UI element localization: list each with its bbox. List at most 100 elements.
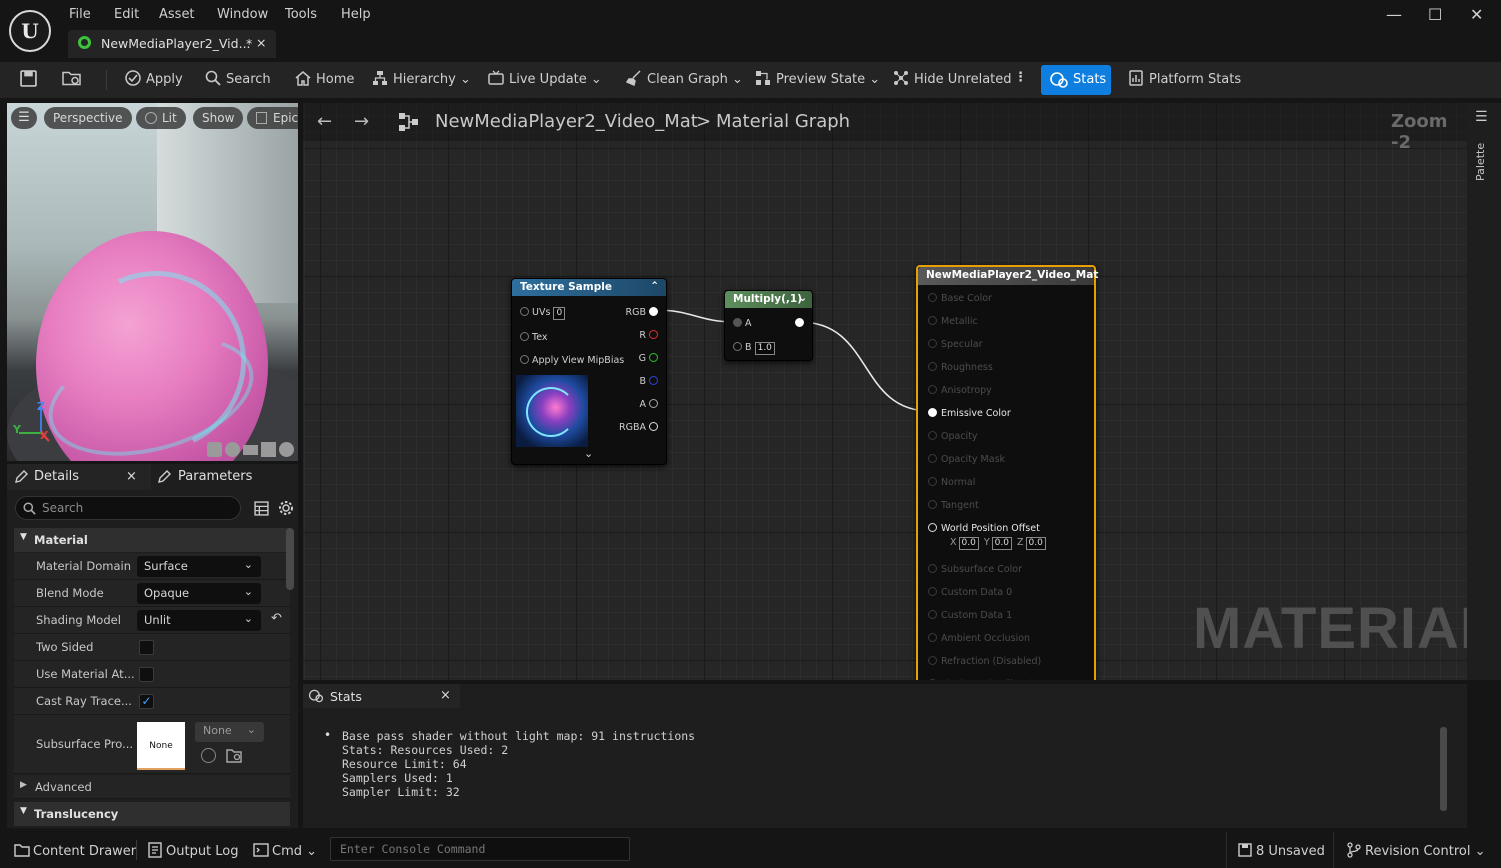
chevron-down-icon[interactable]: ⌄	[798, 292, 807, 304]
scalability-button[interactable]: Epic	[247, 107, 298, 129]
close-details-icon[interactable]: ×	[126, 464, 137, 490]
material-pin[interactable]: Metallic	[928, 316, 978, 327]
material-pin[interactable]: Tangent	[928, 500, 979, 511]
material-pin[interactable]: Specular	[928, 339, 983, 350]
browse-asset-icon[interactable]	[62, 70, 82, 91]
settings-gear-icon[interactable]	[278, 500, 294, 516]
close-stats-icon[interactable]: ×	[440, 688, 451, 703]
material-pin[interactable]: Opacity	[928, 431, 978, 442]
menu-edit[interactable]: Edit	[114, 7, 139, 22]
content-drawer-button[interactable]: Content Drawer	[14, 842, 136, 859]
reset-to-default-icon[interactable]: ↶	[271, 611, 282, 626]
pin-rgb[interactable]: RGB	[625, 307, 658, 318]
tab-parameters[interactable]: Parameters	[155, 464, 298, 490]
section-material[interactable]: ▼ Material	[14, 528, 290, 552]
texture-sample-node[interactable]: Texture Sample ⌃ UVs 0 Tex Apply View Mip…	[511, 278, 667, 465]
menu-window[interactable]: Window	[217, 7, 268, 22]
output-log-button[interactable]: Output Log	[147, 842, 239, 859]
pin-tex[interactable]: Tex	[520, 332, 548, 343]
pin-g[interactable]: G	[639, 353, 658, 364]
perspective-button[interactable]: Perspective	[44, 107, 132, 129]
close-window-button[interactable]: ✕	[1470, 5, 1483, 24]
material-graph-canvas[interactable]: ← → NewMediaPlayer2_Video_Mat > Material…	[303, 103, 1467, 680]
menu-help[interactable]: Help	[341, 7, 371, 22]
subsurface-profile-dropdown[interactable]: None ⌄	[195, 722, 264, 742]
material-pin[interactable]: Base Color	[928, 293, 992, 304]
pin-a[interactable]: A	[639, 399, 658, 410]
wpo-value-input[interactable]: 0.0	[991, 537, 1012, 550]
hide-unrelated-button[interactable]: Hide Unrelated	[893, 70, 1012, 87]
wpo-value-input[interactable]: 0.0	[958, 537, 979, 550]
palette-tab[interactable]: Palette	[1474, 143, 1487, 181]
preview-mesh-selector[interactable]	[207, 442, 295, 458]
material-pin[interactable]: Normal	[928, 477, 975, 488]
material-pin[interactable]: World Position Offset	[928, 523, 1040, 534]
document-tab[interactable]: NewMediaPlayer2_Vid... * ×	[68, 30, 276, 58]
preview-viewport[interactable]: ☰ Perspective Lit Show Epic Z Y X	[7, 103, 298, 461]
collapse-node-icon[interactable]: ⌃	[650, 280, 659, 292]
save-icon[interactable]	[20, 70, 37, 91]
sphere-mesh-icon[interactable]	[225, 442, 240, 457]
plane-mesh-icon[interactable]	[243, 445, 258, 455]
stats-tab[interactable]: Stats ×	[303, 684, 460, 708]
material-pin[interactable]: Custom Data 0	[928, 587, 1012, 598]
material-result-node[interactable]: NewMediaPlayer2_Video_Mat Base Color Meta…	[916, 265, 1106, 680]
subsurface-profile-thumbnail[interactable]: None	[137, 722, 185, 770]
menu-file[interactable]: File	[69, 7, 91, 22]
wpo-vector-inputs[interactable]: X 0.0 Y 0.0 Z 0.0	[950, 537, 1051, 550]
table-view-icon[interactable]	[254, 501, 269, 516]
browse-asset-icon[interactable]	[226, 748, 242, 763]
cylinder-mesh-icon[interactable]	[207, 442, 222, 457]
pin-multiply-b[interactable]: B 1.0	[733, 342, 775, 355]
material-pin[interactable]: Subsurface Color	[928, 564, 1022, 575]
pin-multiply-a[interactable]: A	[733, 318, 752, 329]
maximize-button[interactable]: ☐	[1428, 5, 1442, 24]
minimize-button[interactable]: —	[1386, 5, 1402, 24]
material-pin[interactable]: Roughness	[928, 362, 993, 373]
tab-details[interactable]: Details ×	[7, 464, 151, 490]
viewport-menu-icon[interactable]: ☰	[11, 107, 37, 129]
stats-button[interactable]: Stats	[1041, 65, 1111, 95]
lit-button[interactable]: Lit	[136, 107, 186, 129]
cast-ray-traced-checkbox[interactable]: ✓	[139, 694, 154, 709]
hierarchy-button[interactable]: Hierarchy ⌄	[372, 70, 471, 87]
details-search-input[interactable]: Search	[15, 496, 241, 520]
use-material-attributes-checkbox[interactable]	[139, 667, 154, 682]
material-pin[interactable]: Ambient Occlusion	[928, 633, 1030, 644]
pin-rgba[interactable]: RGBA	[619, 422, 658, 433]
unsaved-indicator[interactable]: 8 Unsaved	[1237, 842, 1325, 859]
cmd-selector[interactable]: Cmd ⌄	[253, 842, 317, 859]
apply-button[interactable]: Apply	[125, 70, 183, 87]
material-domain-dropdown[interactable]: Surface ⌄	[137, 556, 261, 577]
multiply-header[interactable]: Multiply(,1) ⌄	[725, 291, 812, 308]
menu-asset[interactable]: Asset	[159, 7, 195, 22]
live-update-button[interactable]: Live Update ⌄	[488, 70, 602, 87]
material-pin[interactable]: Anisotropy	[928, 385, 992, 396]
console-command-input[interactable]: Enter Console Command	[330, 837, 630, 861]
material-pin[interactable]: Pixel Depth Offset (Custom Usage)	[928, 679, 1106, 680]
material-pin[interactable]: Opacity Mask	[928, 454, 1005, 465]
material-pin[interactable]: Custom Data 1	[928, 610, 1012, 621]
home-button[interactable]: Home	[295, 70, 354, 87]
palette-menu-icon[interactable]: ☰	[1475, 109, 1488, 125]
show-button[interactable]: Show	[193, 107, 244, 129]
expand-node-icon[interactable]: ⌄	[584, 447, 593, 460]
uv-index-input[interactable]: 0	[553, 307, 566, 320]
use-selected-asset-icon[interactable]	[201, 748, 216, 763]
material-result-header[interactable]: NewMediaPlayer2_Video_Mat	[918, 267, 1098, 285]
shading-model-dropdown[interactable]: Unlit ⌄	[137, 610, 261, 631]
multiply-b-input[interactable]: 1.0	[754, 342, 775, 355]
multiply-node[interactable]: Multiply(,1) ⌄ A B 1.0	[724, 290, 813, 361]
pin-multiply-output[interactable]	[795, 318, 804, 329]
pin-r[interactable]: R	[639, 330, 658, 341]
pin-mipbias[interactable]: Apply View MipBias	[520, 355, 624, 366]
close-tab-icon[interactable]: ×	[256, 35, 266, 50]
details-scrollbar[interactable]	[286, 528, 294, 590]
wpo-value-input[interactable]: 0.0	[1025, 537, 1046, 550]
blend-mode-dropdown[interactable]: Opaque ⌄	[137, 583, 261, 604]
material-pin[interactable]: Refraction (Disabled)	[928, 656, 1041, 667]
two-sided-checkbox[interactable]	[139, 640, 154, 655]
teapot-mesh-icon[interactable]	[279, 442, 294, 457]
more-options-icon[interactable]: ⋮	[1014, 70, 1027, 85]
stats-scrollbar[interactable]	[1440, 727, 1447, 811]
